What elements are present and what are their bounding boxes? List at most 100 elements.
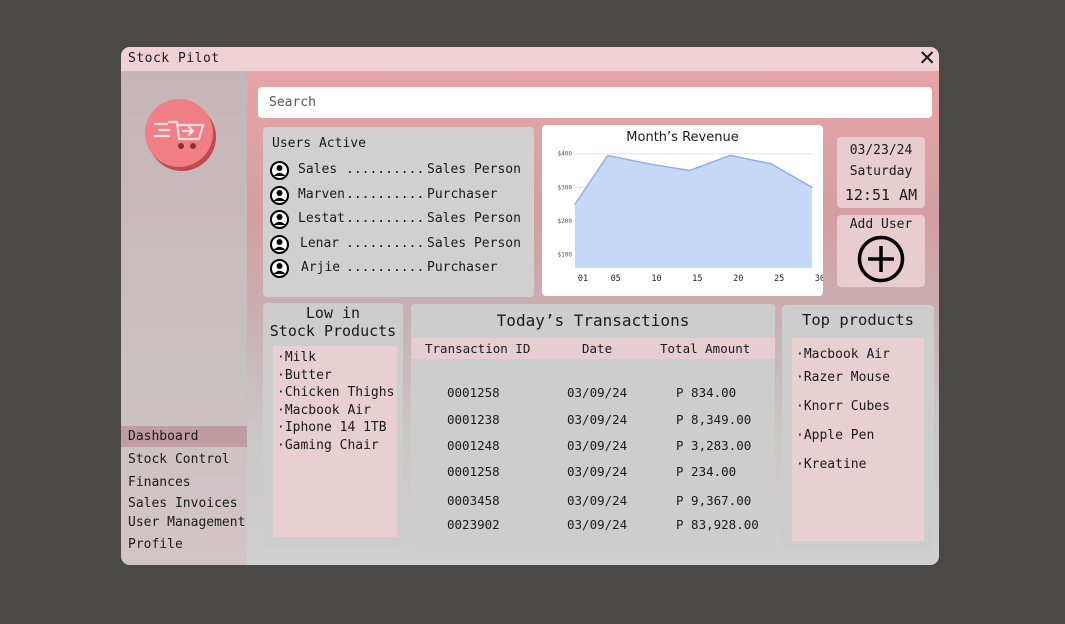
low-stock-item-label: Iphone 14 1TB: [284, 420, 387, 435]
user-avatar-icon: [270, 259, 289, 278]
cell-total-amount: P 234.00: [676, 464, 737, 479]
data-point: [647, 163, 650, 165]
add-user-label: Add User: [849, 217, 913, 232]
sidebar: Dashboard Stock Control Finances Sales I…: [121, 71, 247, 565]
cell-date: 03/09/24: [567, 438, 628, 453]
app-window: Stock Pilot ✕ Dashboard Stock Control Fi…: [121, 47, 939, 565]
data-point: [606, 154, 609, 157]
low-stock-item-label: Milk: [284, 350, 317, 365]
bullet-icon: ·: [796, 399, 804, 414]
cell-total-amount: P 8,349.00: [676, 412, 752, 427]
low-stock-item: ·Gaming Chair: [277, 438, 379, 453]
user-row: Lestat.......... Sales Person: [270, 209, 530, 229]
user-avatar-icon: [270, 161, 289, 180]
bullet-icon: ·: [796, 428, 804, 443]
app-title: Stock Pilot: [128, 51, 220, 66]
time-label: 12:51 AM: [844, 186, 918, 204]
cell-total-amount: P 83,928.00: [676, 517, 759, 532]
user-role: Sales Person: [427, 162, 521, 177]
user-avatar-icon: [270, 186, 289, 205]
datetime-panel: 03/23/24 Saturday 12:51 AM: [837, 137, 925, 208]
plus-circle-icon[interactable]: [856, 234, 906, 284]
top-product-label: Macbook Air: [803, 347, 890, 362]
bullet-icon: ·: [277, 420, 285, 435]
users-active-panel: Users Active Sales .......... Sales Perso…: [263, 127, 534, 297]
close-icon[interactable]: ✕: [918, 47, 936, 70]
top-product-label: Kreatine: [803, 457, 867, 472]
y-tick-label: $400: [558, 151, 573, 158]
low-stock-item-label: Butter: [284, 367, 332, 383]
sidebar-item-user-management[interactable]: User Management: [121, 512, 247, 533]
data-point: [574, 203, 576, 205]
sidebar-item-finances[interactable]: Finances: [121, 472, 247, 493]
bullet-icon: ·: [796, 347, 804, 362]
x-tick-label: 05: [611, 274, 621, 284]
low-stock-title-line1: Low in: [305, 304, 361, 322]
users-active-title: Users Active: [272, 136, 366, 151]
bullet-icon: ·: [277, 402, 285, 418]
x-tick-label: 30: [815, 274, 823, 284]
title-bar: Stock Pilot ✕: [121, 47, 939, 71]
cart-logo-icon: [145, 99, 213, 167]
bullet-icon: ·: [277, 367, 285, 383]
revenue-area: [575, 155, 812, 268]
low-stock-item: ·Iphone 14 1TB: [277, 420, 387, 435]
header-transaction-id: Transaction ID: [425, 341, 531, 356]
header-total-amount: Total Amount: [660, 341, 751, 356]
top-product-item: ·Knorr Cubes: [796, 399, 890, 414]
user-avatar-icon: [270, 235, 289, 254]
date-label: 03/23/24: [849, 143, 913, 158]
cell-date: 03/09/24: [567, 412, 628, 427]
low-stock-item: ·Chicken Thighs: [277, 385, 394, 400]
sidebar-item-stock-control[interactable]: Stock Control: [121, 449, 247, 470]
transactions-header: Transaction ID Date Total Amount: [411, 338, 775, 359]
top-product-label: Razer Mouse: [803, 370, 890, 385]
user-dots: ..........: [346, 187, 425, 202]
user-role: Purchaser: [427, 260, 498, 275]
cell-transaction-id: 0003458: [447, 493, 500, 508]
x-tick-label: 01: [578, 274, 588, 284]
data-point: [811, 186, 813, 189]
low-stock-item-label: Chicken Thighs: [284, 385, 395, 400]
add-user-button[interactable]: Add User: [837, 215, 925, 287]
transactions-title: Today’s Transactions: [496, 311, 690, 330]
x-tick-label: 10: [651, 274, 661, 284]
user-row: Lenar .......... Sales Person: [270, 234, 530, 254]
user-dots: ..........: [346, 260, 425, 275]
user-name: Marven: [298, 187, 345, 202]
transactions-panel: Today’s Transactions Transaction ID Date…: [411, 304, 775, 551]
data-point: [770, 163, 772, 165]
low-stock-item: ·Macbook Air: [277, 403, 371, 418]
user-name: Lestat: [298, 211, 345, 226]
cell-total-amount: P 9,367.00: [676, 493, 752, 508]
user-name: Arjie: [301, 260, 348, 275]
x-tick-label: 15: [692, 274, 702, 284]
data-point: [688, 169, 691, 172]
day-label: Saturday: [849, 164, 913, 179]
user-role: Purchaser: [427, 187, 498, 202]
user-row: Sales .......... Sales Person: [270, 160, 530, 180]
cell-transaction-id: 0001258: [447, 385, 500, 400]
top-product-label: Knorr Cubes: [803, 399, 890, 414]
user-role: Sales Person: [427, 236, 521, 251]
revenue-chart-panel: Month’s Revenue $400 $300 $200 $100 01 05 10 15…: [542, 125, 823, 296]
search-input[interactable]: [258, 87, 932, 118]
data-point: [729, 154, 732, 157]
sidebar-item-profile[interactable]: Profile: [121, 534, 247, 555]
cell-date: 03/09/24: [567, 464, 628, 479]
cell-date: 03/09/24: [567, 517, 628, 532]
low-stock-title-line2: Stock Products: [269, 322, 397, 340]
sidebar-item-sales-invoices[interactable]: Sales Invoices: [121, 493, 247, 514]
low-stock-panel: Low in Stock Products ·Milk ·Butter ·Chick…: [263, 303, 403, 547]
y-tick-label: $300: [558, 184, 573, 191]
user-dots: ..........: [346, 162, 425, 177]
bullet-icon: ·: [277, 385, 285, 400]
top-product-item: ·Macbook Air: [796, 347, 890, 362]
low-stock-item-label: Gaming Chair: [284, 437, 379, 453]
cell-transaction-id: 0001248: [447, 438, 500, 453]
user-row: Arjie .......... Purchaser: [270, 258, 530, 278]
cell-transaction-id: 0001238: [447, 412, 500, 427]
sidebar-item-dashboard[interactable]: Dashboard: [121, 426, 247, 447]
top-product-label: Apple Pen: [803, 428, 875, 443]
bullet-icon: ·: [796, 370, 804, 385]
